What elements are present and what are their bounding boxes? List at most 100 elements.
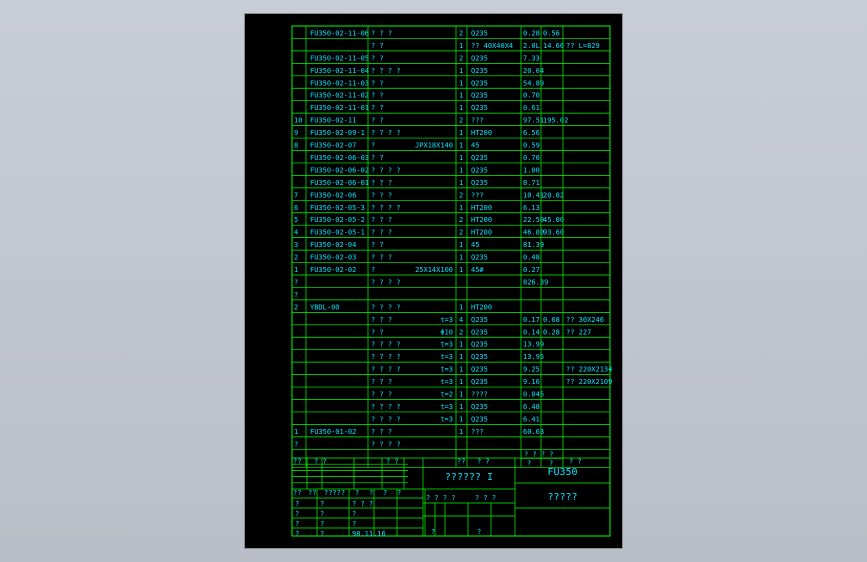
cell-material: ?? 40X40X4: [471, 42, 513, 50]
cell-spec: t=3: [440, 341, 453, 349]
cell-qty: 1: [459, 179, 463, 187]
header-note: ? ?: [569, 457, 582, 465]
cell-material: 45: [471, 241, 479, 249]
sheet-label: ?: [431, 528, 435, 536]
weight-label: ? ? ?: [475, 494, 496, 502]
cell-code: FU350-02-03: [310, 254, 356, 262]
cell-name: ? ? ? ?: [371, 366, 401, 374]
cell-seq: 4: [294, 229, 298, 237]
cell-seq: 1: [294, 266, 298, 274]
cell-qty: 1: [459, 341, 463, 349]
cell-unit-weight: 0.70: [523, 92, 540, 100]
cell-code: FU350-02-11-04: [310, 67, 369, 75]
cell-unit-weight: 6.56: [523, 129, 540, 137]
revision-label: ??: [293, 489, 301, 497]
cell-total-weight: 93.60: [543, 229, 564, 237]
cell-name: ? ?: [371, 154, 384, 162]
sign-label: ?: [320, 500, 324, 508]
drawing-title: ?????? I: [445, 472, 493, 483]
cell-name: ? ?: [371, 79, 384, 87]
drawing-sheet: FU350-02-11-06? ? ? 2 Q235 0.28 0.56? ? 1?? 4…: [245, 14, 622, 548]
cell-qty: 2: [459, 29, 463, 37]
cell-code: FU350-02-07: [310, 142, 356, 150]
cell-total-weight: 0.56: [543, 29, 560, 37]
cell-unit-weight: 0.70: [523, 154, 540, 162]
cell-material: Q235: [471, 366, 488, 374]
header-weight-unit: ?: [527, 459, 531, 467]
cell-unit-weight: 0.14: [523, 328, 540, 336]
cell-qty: 1: [459, 79, 463, 87]
cell-material: Q235: [471, 328, 488, 336]
cell-spec: t=3: [440, 353, 453, 361]
cell-name: ? ? ? ?: [371, 204, 401, 212]
cell-material: HT200: [471, 216, 492, 224]
cell-qty: 1: [459, 166, 463, 174]
cell-qty: 2: [459, 328, 463, 336]
cell-qty: 1: [459, 391, 463, 399]
cell-code: FU350-02-05-2: [310, 216, 365, 224]
cell-material: Q235: [471, 179, 488, 187]
cell-spec: t=3: [440, 415, 453, 423]
cell-qty: 2: [459, 191, 463, 199]
cell-spec: t=3: [440, 316, 453, 324]
cell-unit-weight: 7.33: [523, 54, 540, 62]
cell-unit-weight: 0.27: [523, 266, 540, 274]
cell-qty: 1: [459, 403, 463, 411]
cell-material: ???: [471, 428, 484, 436]
cell-total-weight: 195.02: [543, 117, 568, 125]
cell-seq: 2: [294, 303, 298, 311]
cell-name: ? ? ? ?: [371, 129, 401, 137]
cell-qty: 1: [459, 104, 463, 112]
cell-total-weight: 20.82: [543, 191, 564, 199]
cell-name: ?: [371, 142, 375, 150]
cell-material: ???: [471, 117, 484, 125]
cell-qty: 1: [459, 428, 463, 436]
cell-code: FU350-02-06: [310, 191, 356, 199]
cell-note: ?? 220X2109: [566, 378, 612, 386]
cell-name: ? ? ?: [371, 378, 392, 386]
cell-qty: 1: [459, 204, 463, 212]
cell-seq: 8: [294, 142, 298, 150]
cell-code: FU350-02-06-02: [310, 166, 369, 174]
cell-seq: ?: [294, 440, 298, 448]
sheet-count-label: ?: [477, 528, 481, 536]
cell-name: ? ? ? ?: [371, 303, 401, 311]
cell-code: FU350-02-11-05: [310, 54, 369, 62]
cell-name: ? ? ?: [371, 254, 392, 262]
cell-qty: 1: [459, 366, 463, 374]
cell-code: YBDL-00: [310, 303, 340, 311]
sign-label: ?: [320, 530, 324, 538]
cell-material: Q235: [471, 104, 488, 112]
cell-seq: ?: [294, 291, 298, 299]
cell-qty: 1: [459, 254, 463, 262]
cell-qty: 4: [459, 316, 463, 324]
revision-label: ?: [369, 489, 373, 497]
cell-total-weight: 14.66: [543, 42, 564, 50]
company-name: ?????: [547, 492, 577, 503]
cell-seq: 7: [294, 191, 298, 199]
cell-name: ? ?: [371, 42, 384, 50]
cell-unit-weight: 0.59: [523, 142, 540, 150]
revision-label: ??: [308, 489, 316, 497]
cell-code: FU350-02-06-01: [310, 179, 369, 187]
cell-seq: ?: [294, 278, 298, 286]
cell-name: ? ?: [371, 54, 384, 62]
cell-unit-weight: 0.17: [523, 316, 540, 324]
cell-material: HT200: [471, 229, 492, 237]
cell-name: ? ? ? ?: [371, 415, 401, 423]
cell-name: ? ? ? ?: [371, 440, 401, 448]
cell-qty: 1: [459, 142, 463, 150]
cell-name: ? ?: [371, 117, 384, 125]
cell-spec: t=3: [440, 378, 453, 386]
cell-spec: Φ10: [440, 328, 453, 336]
sign-label: ?: [295, 520, 299, 528]
cell-name: ? ? ?: [371, 216, 392, 224]
cell-code: FU350-02-11: [310, 117, 356, 125]
cell-unit-weight: 9.16: [523, 378, 540, 386]
cell-material: HT200: [471, 204, 492, 212]
cell-material: Q235: [471, 79, 488, 87]
cell-code: FU350-02-11-01: [310, 104, 369, 112]
cell-note: ?? L=829: [566, 42, 600, 50]
cell-name: ? ? ?: [371, 191, 392, 199]
cell-unit-weight: 6.41: [523, 415, 540, 423]
